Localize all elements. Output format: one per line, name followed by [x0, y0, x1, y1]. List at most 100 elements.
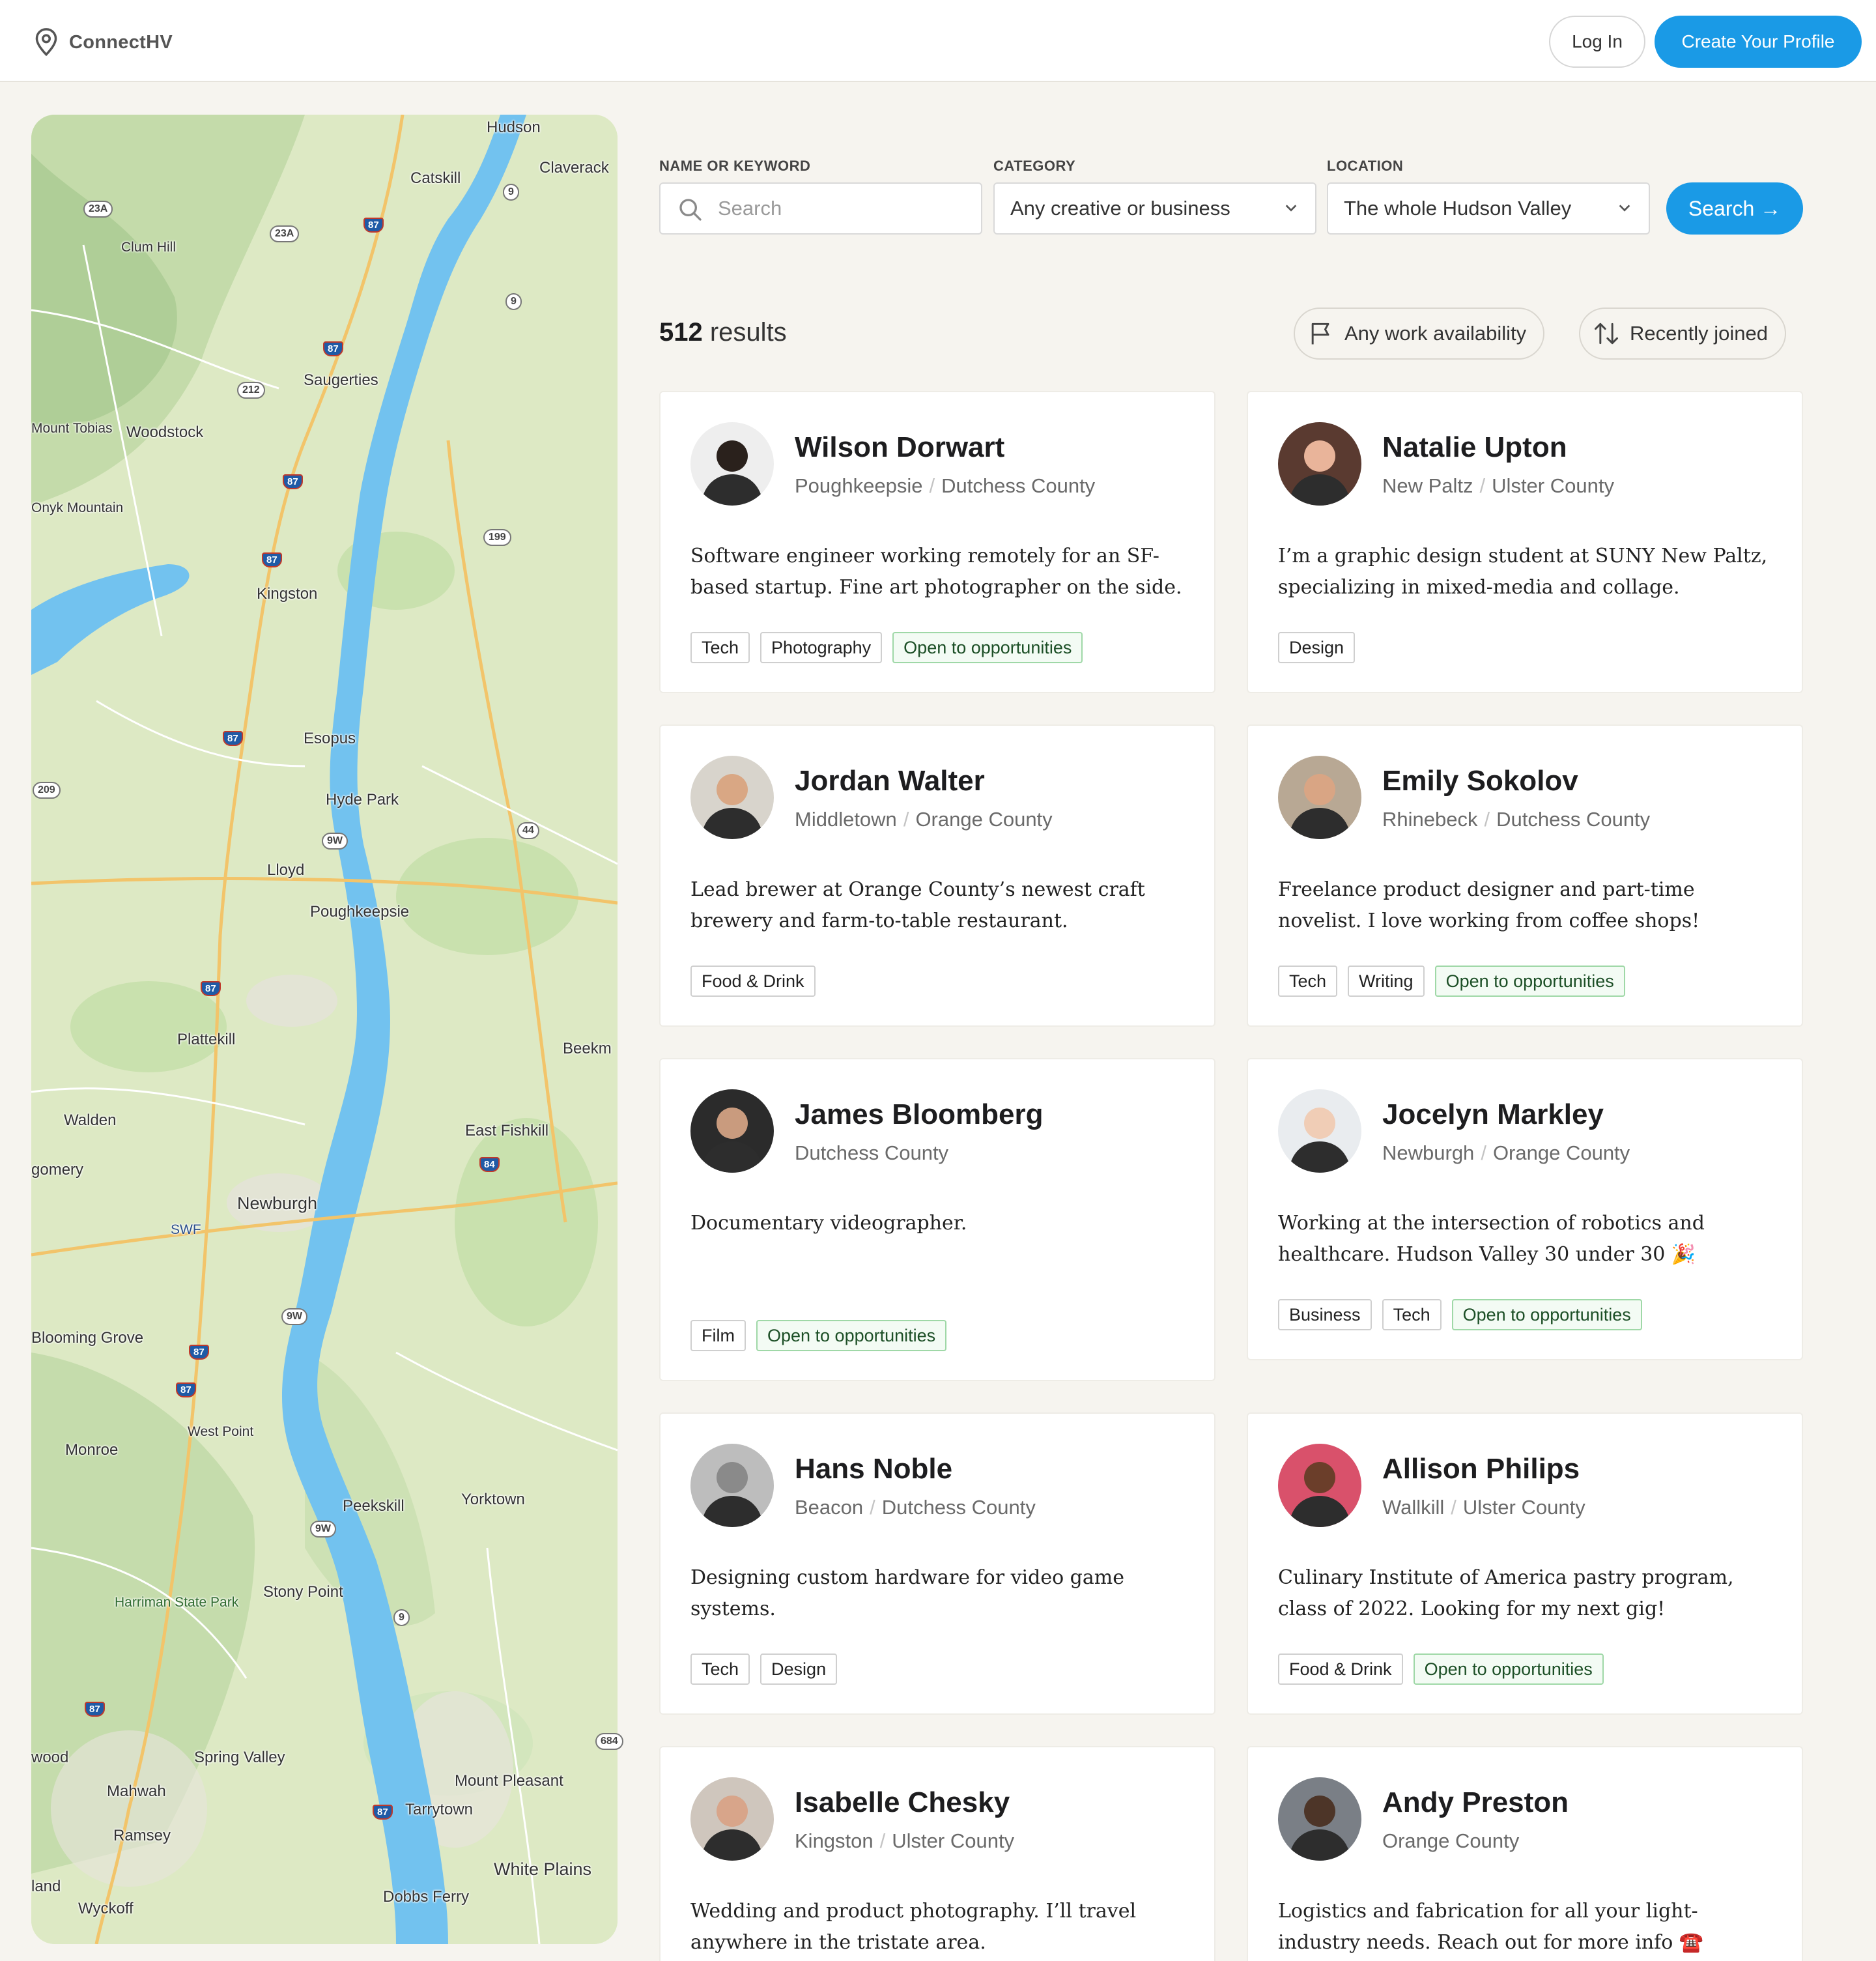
results-count: 512 results — [659, 318, 787, 347]
location-select[interactable]: The whole Hudson Valley — [1327, 182, 1650, 235]
map-label: Ramsey — [113, 1827, 171, 1844]
map-label: White Plains — [494, 1859, 592, 1879]
location-label: LOCATION — [1327, 158, 1404, 174]
map-label: land — [31, 1878, 61, 1895]
profile-card[interactable]: Emily Sokolov Rhinebeck / Dutchess County … — [1247, 724, 1803, 1027]
avatar-photo — [1278, 1444, 1361, 1527]
tag[interactable]: Business — [1278, 1299, 1372, 1330]
profile-card[interactable]: Andy Preston Orange County Logistics and… — [1247, 1746, 1803, 1961]
route-shield: 9W — [322, 833, 348, 850]
profile-name: Isabelle Chesky — [795, 1786, 1010, 1818]
top-nav-bar: ConnectHV Log In Create Your Profile — [0, 0, 1876, 82]
route-shield: 87 — [201, 981, 221, 996]
avatar — [1278, 422, 1361, 506]
route-shield: 684 — [595, 1733, 623, 1750]
tag[interactable]: Tech — [690, 632, 750, 663]
category-select[interactable]: Any creative or business — [993, 182, 1316, 235]
profile-card[interactable]: Jocelyn Markley Newburgh / Orange County W… — [1247, 1058, 1803, 1360]
route-shield: 87 — [176, 1382, 196, 1397]
avatar — [1278, 1444, 1361, 1527]
open-to-opportunities-tag[interactable]: Open to opportunities — [1451, 1299, 1642, 1330]
sort-button[interactable]: Recently joined — [1579, 308, 1786, 360]
profile-bio: Culinary Institute of America pastry pro… — [1278, 1566, 1734, 1620]
route-shield: 87 — [262, 552, 282, 567]
profile-location: New Paltz / Ulster County — [1382, 474, 1614, 497]
profile-card[interactable]: James Bloomberg Dutchess County Document… — [659, 1058, 1215, 1381]
tag[interactable]: Tech — [1278, 966, 1338, 997]
profile-county: Ulster County — [892, 1829, 1015, 1852]
profile-name: Jordan Walter — [795, 765, 985, 797]
profile-card[interactable]: Jordan Walter Middletown / Orange County L… — [659, 724, 1215, 1027]
route-shield: 44 — [517, 822, 539, 839]
avatar — [690, 756, 774, 839]
route-shield: 23A — [83, 201, 113, 218]
map-label: Newburgh — [237, 1194, 318, 1213]
profile-bio: Documentary videographer. — [690, 1212, 967, 1235]
avatar-photo — [1278, 1777, 1361, 1861]
route-shield: 87 — [323, 341, 343, 356]
map-label: Wyckoff — [78, 1900, 134, 1917]
map-label: gomery — [31, 1161, 84, 1179]
profile-town: Rhinebeck — [1382, 808, 1478, 831]
profile-county: Orange County — [1382, 1829, 1520, 1852]
map-label: East Fishkill — [465, 1122, 549, 1139]
avatar — [690, 422, 774, 506]
create-profile-button[interactable]: Create Your Profile — [1655, 16, 1862, 68]
tag-list: Food & Drink — [690, 966, 816, 997]
flag-icon — [1311, 322, 1329, 345]
category-value: Any creative or business — [1010, 197, 1230, 220]
profile-town: Newburgh — [1382, 1141, 1475, 1164]
route-shield: 87 — [363, 218, 384, 233]
tag-list: Design — [1278, 632, 1356, 663]
profile-card[interactable]: Hans Noble Beacon / Dutchess County Design… — [659, 1412, 1215, 1715]
tag[interactable]: Food & Drink — [1278, 1653, 1403, 1685]
map-label: Harriman State Park — [115, 1595, 239, 1610]
tag[interactable]: Film — [690, 1320, 746, 1351]
tag[interactable]: Tech — [690, 1653, 750, 1685]
profile-town: Kingston — [795, 1829, 874, 1852]
tag[interactable]: Writing — [1348, 966, 1425, 997]
profile-county: Dutchess County — [881, 1496, 1036, 1519]
profile-card[interactable]: Isabelle Chesky Kingston / Ulster County W… — [659, 1746, 1215, 1961]
availability-filter-button[interactable]: Any work availability — [1294, 308, 1545, 360]
profile-card[interactable]: Wilson Dorwart Poughkeepsie / Dutchess Cou… — [659, 391, 1215, 693]
availability-label: Any work availability — [1344, 322, 1527, 345]
avatar-photo — [1278, 422, 1361, 506]
profile-bio: Wedding and product photography. I’ll tr… — [690, 1900, 1137, 1954]
map-label: Mount Tobias — [31, 421, 113, 436]
tag[interactable]: Design — [760, 1653, 838, 1685]
profile-location: Poughkeepsie / Dutchess County — [795, 474, 1096, 497]
search-input[interactable]: Search — [659, 182, 982, 235]
open-to-opportunities-tag[interactable]: Open to opportunities — [892, 632, 1083, 663]
avatar-photo — [1278, 756, 1361, 839]
profile-county: Ulster County — [1492, 474, 1614, 497]
tag[interactable]: Food & Drink — [690, 966, 816, 997]
map-label: Saugerties — [304, 371, 378, 389]
profile-card[interactable]: Natalie Upton New Paltz / Ulster County I’… — [1247, 391, 1803, 693]
profile-county: Dutchess County — [795, 1141, 949, 1164]
route-shield: 212 — [237, 382, 265, 399]
map-label: Beekm — [563, 1040, 612, 1057]
profile-name: Natalie Upton — [1382, 431, 1567, 463]
profile-bio: Freelance product designer and part-time… — [1278, 878, 1700, 932]
map-label: Woodstock — [126, 423, 204, 441]
route-shield: 87 — [223, 731, 243, 746]
tag[interactable]: Tech — [1382, 1299, 1442, 1330]
profile-location: Newburgh / Orange County — [1382, 1141, 1630, 1164]
map-label: Dobbs Ferry — [383, 1888, 470, 1906]
login-button[interactable]: Log In — [1549, 16, 1645, 68]
profile-card[interactable]: Allison Philips Wallkill / Ulster County C… — [1247, 1412, 1803, 1715]
open-to-opportunities-tag[interactable]: Open to opportunities — [1434, 966, 1625, 997]
tag[interactable]: Design — [1278, 632, 1356, 663]
tag[interactable]: Photography — [760, 632, 883, 663]
search-placeholder: Search — [718, 197, 782, 220]
open-to-opportunities-tag[interactable]: Open to opportunities — [756, 1320, 947, 1351]
profile-name: Andy Preston — [1382, 1786, 1569, 1818]
map-label: Blooming Grove — [31, 1329, 144, 1347]
brand-logo[interactable]: ConnectHV — [33, 27, 173, 57]
tag-list: Film Open to opportunities — [690, 1320, 947, 1351]
route-shield: 23A — [270, 225, 300, 242]
search-button[interactable]: Search → — [1666, 182, 1803, 235]
map-label: Plattekill — [177, 1031, 236, 1048]
open-to-opportunities-tag[interactable]: Open to opportunities — [1413, 1653, 1604, 1685]
